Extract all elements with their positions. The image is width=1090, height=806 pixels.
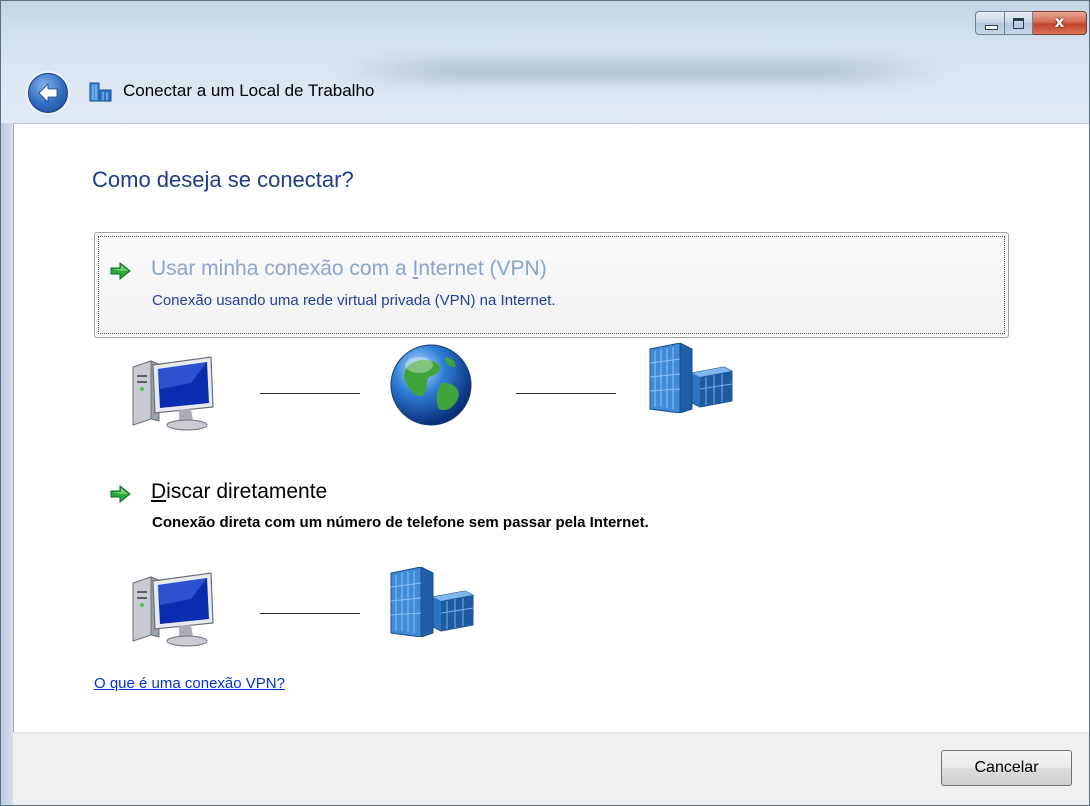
vpn-option-button[interactable]	[94, 232, 1009, 338]
building-icon	[387, 567, 477, 637]
vpn-option-description: Conexão usando uma rede virtual privada …	[152, 292, 556, 309]
aero-glass-blur	[331, 59, 951, 83]
window-left-frame	[1, 123, 14, 805]
computer-icon	[129, 353, 219, 433]
footer-bar	[13, 732, 1089, 805]
computer-icon	[129, 569, 219, 649]
dial-option-title[interactable]: Discar diretamente	[151, 480, 327, 504]
connection-line	[260, 613, 360, 614]
globe-icon	[389, 343, 473, 427]
back-arrow-icon	[38, 83, 58, 103]
dial-option-description: Conexão direta com um número de telefone…	[152, 514, 649, 531]
title-bar: x Conectar a um Local de Trabalho	[1, 1, 1089, 124]
close-button[interactable]: x	[1033, 11, 1087, 35]
caption-buttons: x	[975, 11, 1087, 39]
minimize-icon	[985, 25, 998, 30]
maximize-icon	[1013, 18, 1024, 29]
green-arrow-icon	[110, 485, 132, 503]
close-icon: x	[1054, 13, 1065, 31]
vpn-title-pre: Usar minha conexão com a	[151, 257, 413, 280]
vpn-title-post: nternet (VPN)	[418, 257, 547, 280]
vpn-help-link[interactable]: O que é uma conexão VPN?	[94, 675, 285, 692]
building-icon	[646, 343, 736, 413]
green-arrow-icon	[110, 262, 132, 280]
connection-line	[260, 393, 360, 394]
cancel-button[interactable]: Cancelar	[941, 750, 1072, 786]
vpn-option-title[interactable]: Usar minha conexão com a Internet (VPN)	[151, 257, 547, 281]
focus-ring	[98, 236, 1005, 334]
minimize-button[interactable]	[975, 11, 1005, 35]
connection-line	[516, 393, 616, 394]
window-title: Conectar a um Local de Trabalho	[123, 81, 375, 100]
back-button[interactable]	[28, 73, 68, 113]
connect-workplace-window: x Conectar a um Local de Trabalho Como d…	[0, 0, 1090, 806]
dial-title-accelerator: D	[151, 480, 167, 503]
network-window-icon	[89, 81, 113, 103]
page-title: Como deseja se conectar?	[92, 167, 354, 192]
dial-title-post: iscar diretamente	[166, 480, 328, 503]
maximize-button[interactable]	[1005, 11, 1033, 35]
